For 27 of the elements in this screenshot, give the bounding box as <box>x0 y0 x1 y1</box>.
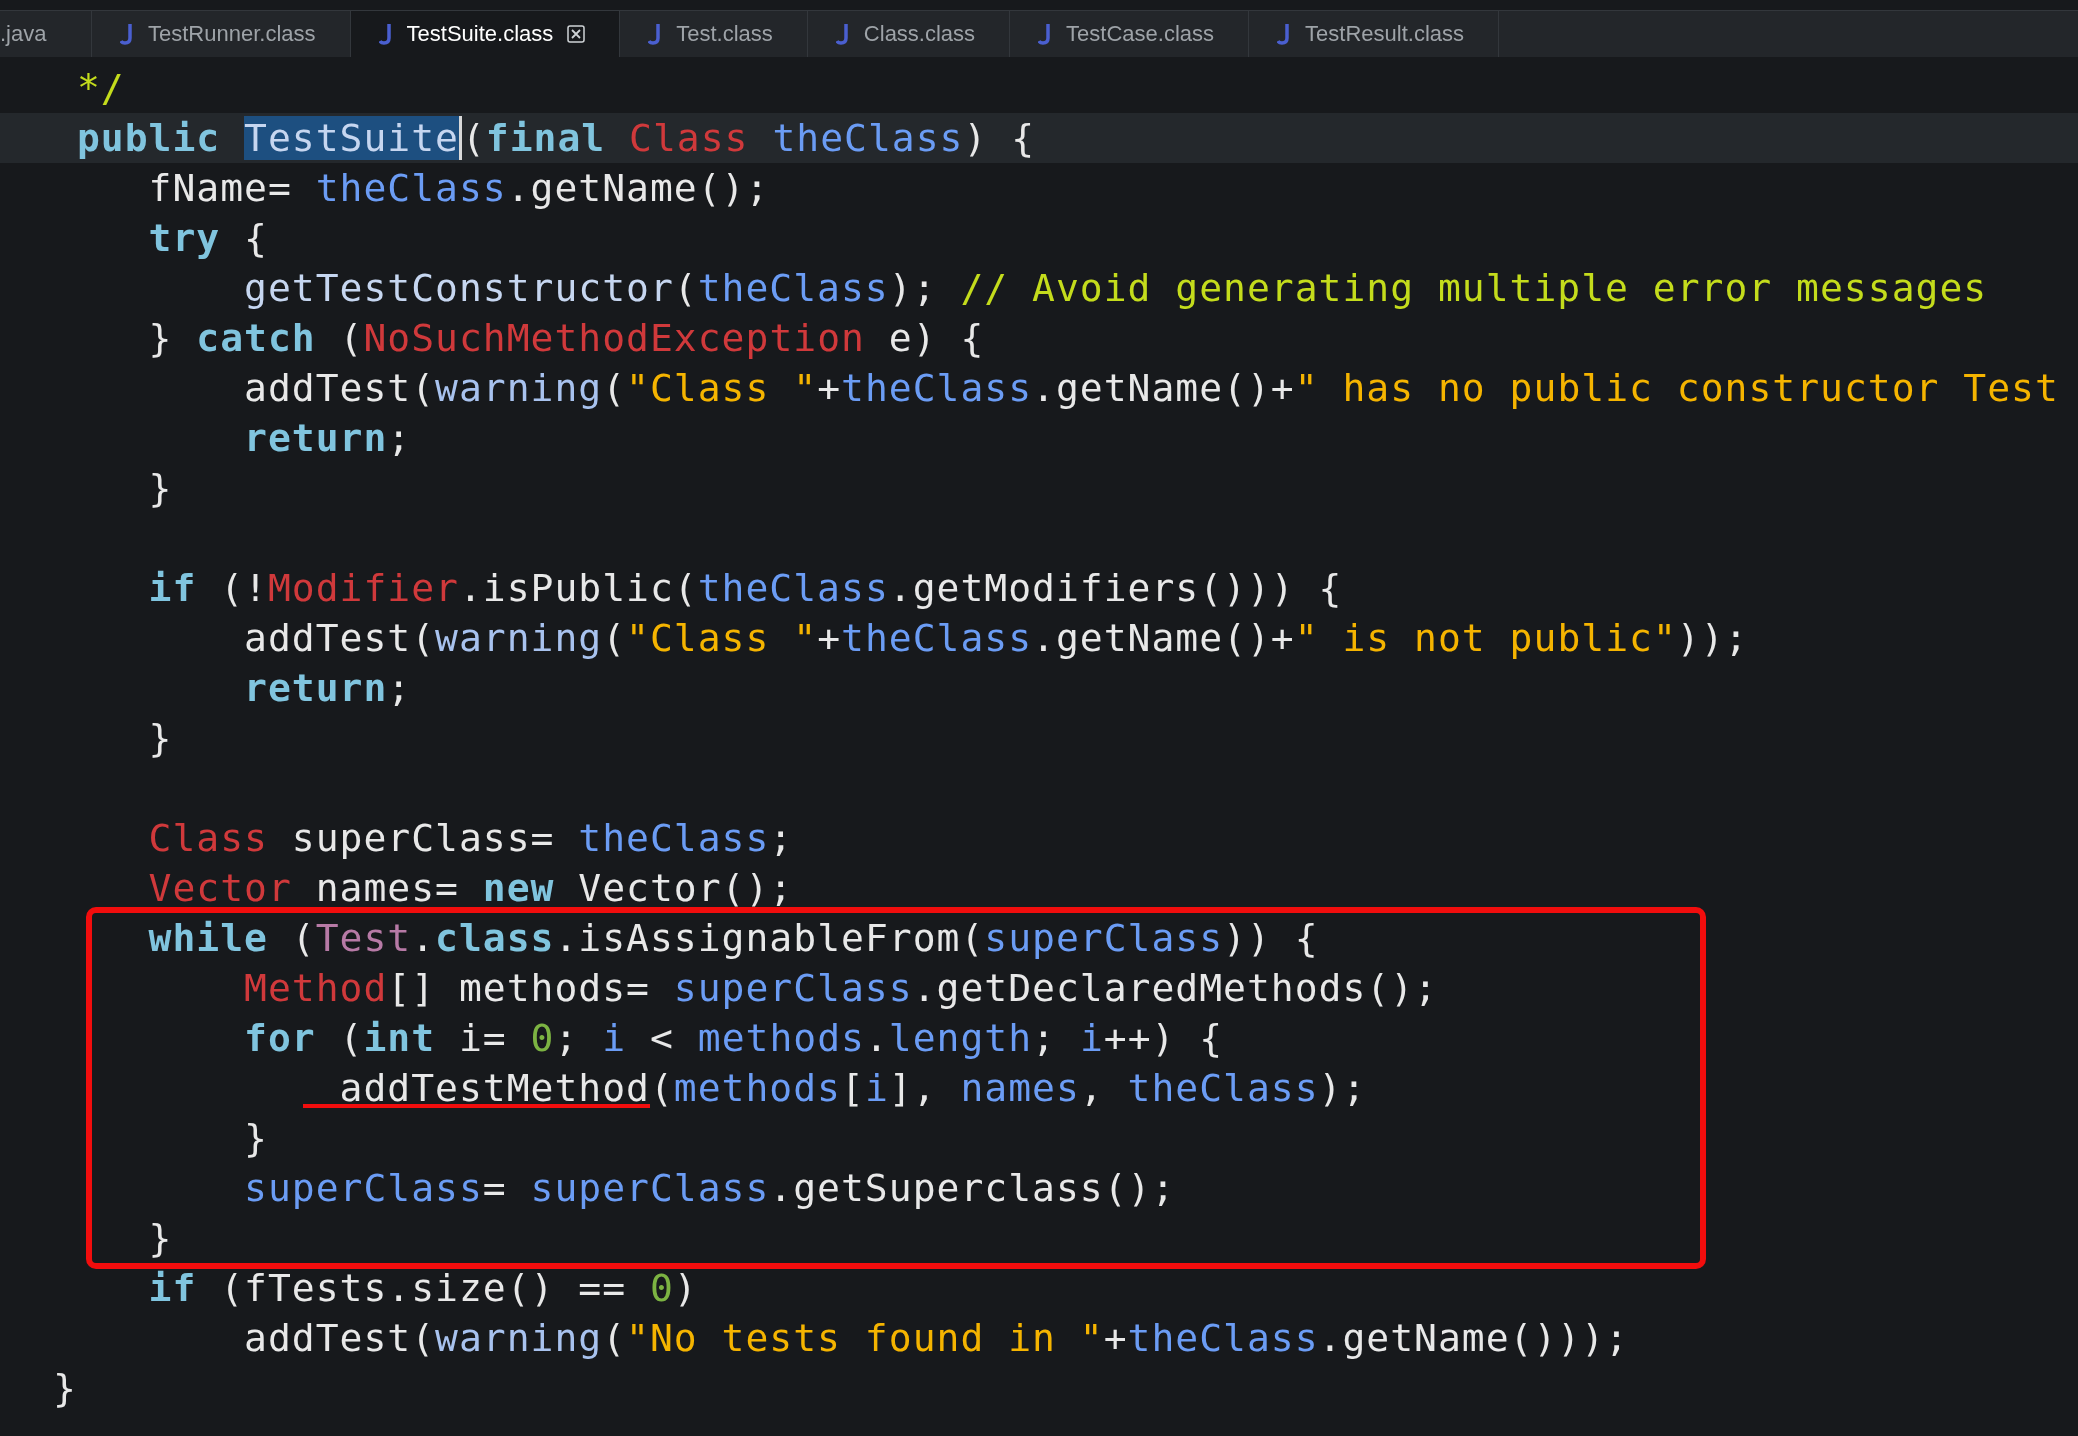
code-line: superClass= superClass.getSuperclass(); <box>243 1165 1177 1212</box>
code-line: try { <box>147 215 269 262</box>
code-line: fName= theClass.getName(); <box>147 165 771 212</box>
code-line: addTest(warning("Class "+theClass.getName()+" has no public constructor Test <box>243 365 2060 412</box>
code-line: addTest(warning("Class "+theClass.getName()+" is not public")); <box>243 615 1750 662</box>
code-line: } <box>147 465 174 512</box>
code-line: } <box>147 715 174 762</box>
code-line: return; <box>243 415 413 462</box>
code-line: if (!Modifier.isPublic(theClass.getModifiers())) { <box>147 565 1344 612</box>
editor-tab[interactable]: TestSuite.class <box>350 11 621 57</box>
code-line: Vector names= new Vector(); <box>147 865 795 912</box>
code-line: } <box>243 1115 269 1162</box>
close-icon[interactable] <box>567 25 586 43</box>
code-line: */ <box>75 65 126 112</box>
code-line: } <box>52 1365 78 1412</box>
code-line: for (int i= 0; i < methods.length; i++) { <box>243 1015 1225 1062</box>
code-line: } <box>147 1215 174 1262</box>
code-line: Class superClass= theClass; <box>147 815 795 862</box>
editor-tab[interactable]: .java <box>0 11 92 57</box>
code-line: } catch (NoSuchMethodException e) { <box>147 315 986 362</box>
code-line: if (fTests.size() == 0) <box>147 1265 699 1312</box>
code-line: while (Test.class.isAssignableFrom(superClass)) { <box>147 915 1320 962</box>
code-line: getTestConstructor(theClass); // Avoid generating multiple error messages <box>243 265 1989 312</box>
code-line: return; <box>243 665 413 712</box>
code-line: addTest(warning("No tests found in "+theClass.getName())); <box>243 1315 1630 1362</box>
code-line: addTestMethod(methods[i], names, theClass); <box>0 1063 1700 1113</box>
code-line: Method[] methods= superClass.getDeclaredMethods(); <box>243 965 1439 1012</box>
